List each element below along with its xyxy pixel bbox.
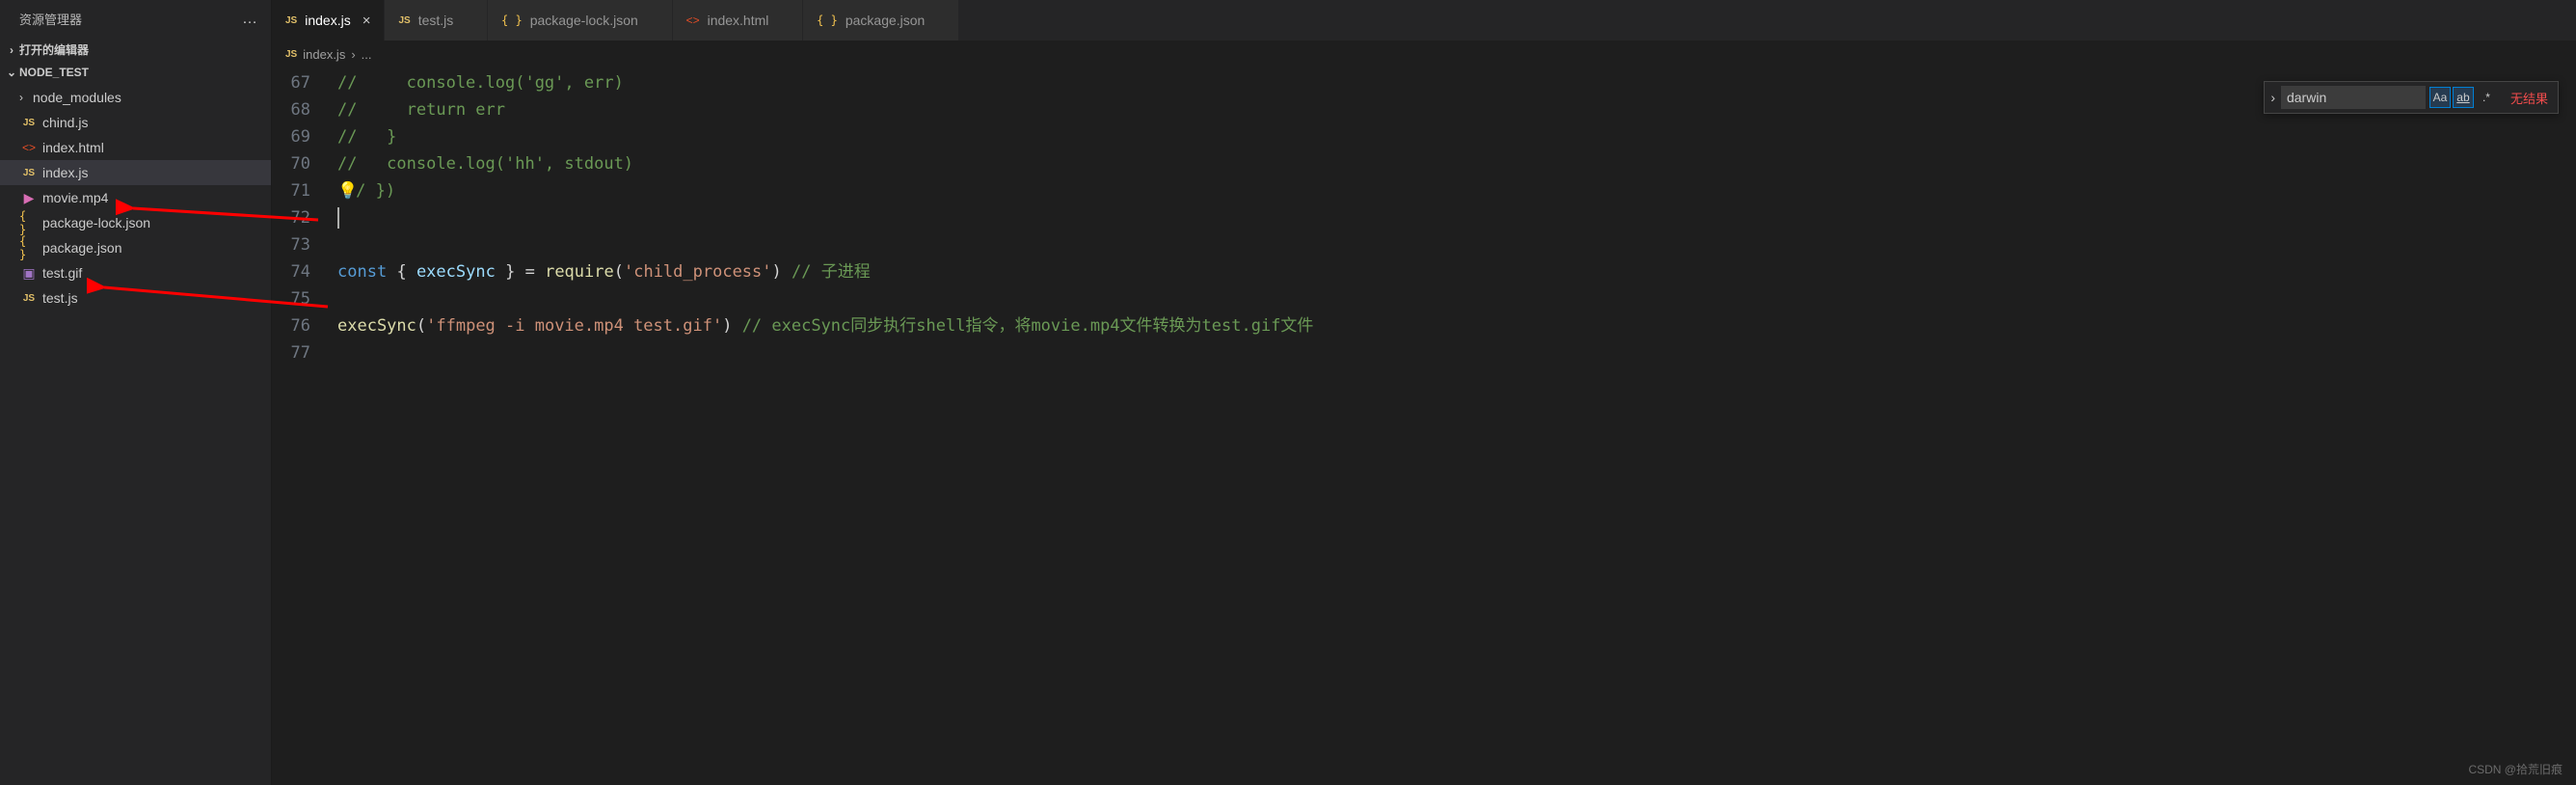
editor-tab[interactable]: JSindex.js× [272,0,385,41]
file-tree: ›node_modulesJSchind.js<>index.htmlJSind… [0,83,271,312]
regex-toggle[interactable]: .* [2476,87,2497,108]
editor-area: JS index.js × JStest.js×{ }package-lock.jso… [272,0,2576,785]
find-input[interactable] [2281,86,2426,109]
editor-tab[interactable]: { }package-lock.json× [488,0,673,41]
file-tree-item[interactable]: JSindex.js [0,160,271,185]
tab-label: package-lock.json [530,13,638,28]
editor-tab[interactable]: <>index.html× [673,0,804,41]
find-results: 无结果 [2501,89,2558,107]
file-tree-item[interactable]: JSchind.js [0,110,271,135]
explorer-header: 资源管理器 … [0,0,271,38]
code-line[interactable]: execSync('ffmpeg -i movie.mp4 test.gif')… [337,312,1313,339]
code-editor[interactable]: 67// console.log('gg', err)68// return e… [272,68,2576,366]
code-line[interactable]: // console.log('hh', stdout) [337,150,633,177]
chevron-down-icon: ⌄ [4,66,19,79]
file-tree-item[interactable]: <>index.html [0,135,271,160]
file-name: node_modules [33,90,121,105]
file-tree-item[interactable]: ▣test.gif [0,260,271,285]
find-toggle-icon[interactable]: › [2265,90,2281,105]
file-name: test.js [42,290,78,306]
open-editors-label: 打开的编辑器 [19,41,89,58]
more-actions-icon[interactable]: … [242,11,259,28]
code-line[interactable]: // return err [337,96,505,123]
explorer-sidebar: 资源管理器 … › 打开的编辑器 ⌄ NODE_TEST ›node_modul… [0,0,272,785]
tab-label: package.json [845,13,926,28]
line-number: 70 [272,150,337,177]
explorer-title: 资源管理器 [19,10,82,28]
line-number: 72 [272,204,337,231]
tab-label: index.html [708,13,769,28]
find-widget: › Aa ab .* 无结果 [2264,81,2559,114]
code-line[interactable]: // } [337,123,396,150]
line-number: 71 [272,177,337,204]
code-line[interactable]: 💡/ }) [337,177,395,204]
file-name: index.js [42,165,88,180]
editor-tab[interactable]: JStest.js× [385,0,488,41]
breadcrumb[interactable]: JS index.js › ... [272,41,2576,68]
line-number: 77 [272,339,337,366]
code-line[interactable]: const { execSync } = require('child_proc… [337,258,871,285]
file-name: index.html [42,140,104,155]
line-number: 74 [272,258,337,285]
line-number: 69 [272,123,337,150]
tab-label: test.js [418,13,454,28]
breadcrumb-file: index.js [303,47,345,62]
file-tree-item[interactable]: ›node_modules [0,85,271,110]
watermark: CSDN @拾荒旧痕 [2468,761,2563,777]
line-number: 67 [272,69,337,96]
file-name: package-lock.json [42,215,150,230]
file-name: test.gif [42,265,82,281]
file-name: chind.js [42,115,88,130]
line-number: 68 [272,96,337,123]
file-tree-item[interactable]: { }package-lock.json [0,210,271,235]
tab-bar: JSindex.js×JStest.js×{ }package-lock.jso… [272,0,2576,41]
file-name: movie.mp4 [42,190,108,205]
line-number: 75 [272,285,337,312]
line-number: 76 [272,312,337,339]
file-tree-item[interactable]: ▶movie.mp4 [0,185,271,210]
find-options: Aa ab .* [2426,87,2501,108]
line-number: 73 [272,231,337,258]
project-section[interactable]: ⌄ NODE_TEST [0,62,271,83]
file-name: package.json [42,240,122,256]
js-icon: JS [285,49,297,60]
open-editors-section[interactable]: › 打开的编辑器 [0,38,271,62]
code-line[interactable]: // console.log('gg', err) [337,69,624,96]
file-tree-item[interactable]: JStest.js [0,285,271,311]
match-case-toggle[interactable]: Aa [2429,87,2451,108]
breadcrumb-sep: › [351,47,355,62]
close-icon[interactable]: × [362,13,371,29]
chevron-right-icon: › [4,43,19,57]
editor-tab[interactable]: { }package.json× [803,0,959,41]
file-tree-item[interactable]: { }package.json [0,235,271,260]
breadcrumb-rest: ... [362,47,372,62]
project-name: NODE_TEST [19,66,89,79]
text-cursor [337,207,339,229]
match-word-toggle[interactable]: ab [2453,87,2474,108]
tab-label: index.js [305,13,350,28]
